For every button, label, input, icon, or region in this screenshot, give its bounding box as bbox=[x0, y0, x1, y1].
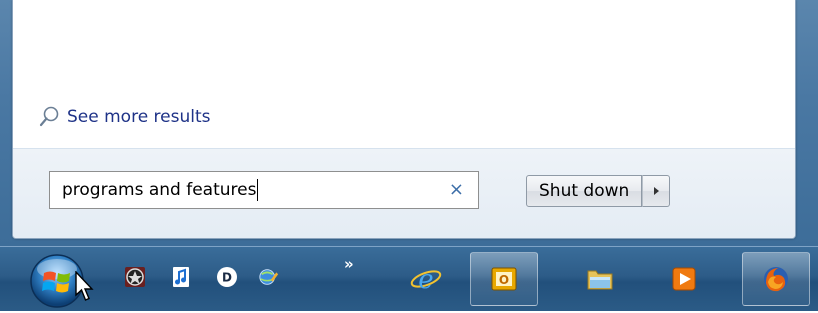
taskbar: D » e O bbox=[0, 246, 818, 311]
search-input[interactable]: programs and features × bbox=[49, 171, 479, 209]
d-app-icon[interactable]: D bbox=[216, 266, 238, 288]
see-more-results-link[interactable]: See more results bbox=[39, 104, 211, 130]
search-input-value: programs and features bbox=[62, 180, 257, 200]
clear-search-icon[interactable]: × bbox=[449, 179, 464, 200]
firefox-icon bbox=[764, 267, 788, 292]
start-menu-bottom-bar: programs and features × Shut down bbox=[13, 149, 795, 238]
network-globe-icon[interactable] bbox=[258, 266, 280, 288]
svg-text:D: D bbox=[222, 271, 232, 285]
firefox-button[interactable] bbox=[742, 252, 810, 306]
media-player-icon bbox=[672, 267, 696, 291]
text-caret bbox=[257, 179, 259, 201]
mouse-cursor-icon bbox=[74, 270, 96, 307]
svg-text:O: O bbox=[499, 273, 509, 287]
shutdown-button[interactable]: Shut down bbox=[526, 175, 643, 207]
file-explorer-icon bbox=[587, 270, 613, 290]
media-player-button[interactable] bbox=[650, 252, 718, 306]
internet-explorer-icon: e bbox=[410, 265, 442, 294]
outlook-icon: O bbox=[491, 267, 517, 291]
shutdown-group: Shut down bbox=[526, 175, 671, 207]
search-icon bbox=[39, 106, 59, 128]
search-results-pane: See more results bbox=[13, 0, 795, 149]
shutdown-label: Shut down bbox=[539, 181, 630, 201]
quick-launch-overflow-icon[interactable]: » bbox=[344, 255, 354, 273]
internet-explorer-button[interactable]: e bbox=[392, 252, 460, 306]
svg-text:e: e bbox=[418, 265, 433, 294]
file-explorer-button[interactable] bbox=[566, 252, 634, 306]
steering-wheel-icon[interactable] bbox=[124, 266, 146, 288]
music-note-icon[interactable] bbox=[170, 266, 192, 288]
see-more-results-label: See more results bbox=[67, 107, 211, 127]
arrow-right-icon bbox=[653, 187, 659, 195]
shutdown-options-button[interactable] bbox=[642, 175, 671, 207]
start-menu: See more results programs and features ×… bbox=[12, 0, 796, 239]
outlook-button[interactable]: O bbox=[470, 252, 538, 306]
